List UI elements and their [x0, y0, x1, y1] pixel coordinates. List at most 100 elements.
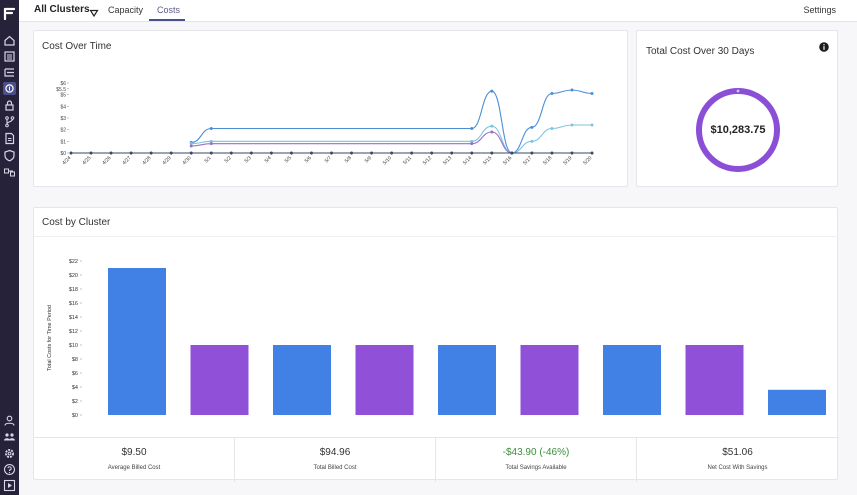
stat-label: Total Billed Cost — [313, 465, 357, 471]
y-tick-label: $4 — [60, 104, 66, 110]
data-point — [430, 151, 434, 155]
home-icon[interactable] — [3, 34, 16, 47]
stat-total-savings: -$43.90 (-46%) Total Savings Available — [436, 438, 637, 482]
data-point — [109, 151, 113, 155]
stat-total-billed: $94.96 Total Billed Cost — [235, 438, 436, 482]
stats-row: $9.50 Average Billed Cost $94.96 Total B… — [34, 437, 839, 482]
x-tick-label: 5/5 — [284, 155, 293, 164]
x-tick-label: 5/13 — [442, 155, 453, 166]
team-icon[interactable] — [3, 430, 16, 443]
tab-capacity[interactable]: Capacity — [108, 5, 143, 15]
stat-value: $94.96 — [319, 447, 351, 458]
play-icon[interactable] — [3, 479, 16, 492]
x-tick-label: 5/20 — [582, 155, 593, 166]
data-point — [570, 123, 574, 127]
brand-logo[interactable] — [3, 7, 16, 21]
bar — [768, 389, 826, 415]
data-point — [490, 124, 494, 128]
y-tick-label: $1 — [60, 139, 66, 145]
cost-icon[interactable] — [3, 82, 16, 95]
data-point — [89, 151, 93, 155]
card-title: Total Cost Over 30 Days — [646, 46, 755, 57]
integrations-icon[interactable] — [3, 166, 16, 179]
x-tick-label: 5/7 — [324, 155, 333, 164]
gear-icon[interactable] — [3, 447, 16, 460]
data-point — [309, 151, 313, 155]
series-line — [191, 124, 592, 154]
data-point — [530, 151, 534, 155]
x-tick-label: 5/14 — [462, 155, 473, 166]
x-tick-label: 5/11 — [402, 155, 413, 166]
data-point — [410, 151, 414, 155]
data-point — [149, 151, 153, 155]
data-point — [570, 88, 574, 92]
data-point — [490, 89, 494, 93]
bar — [273, 345, 331, 415]
y-tick-label: $8 — [72, 357, 78, 363]
y-tick-label: $2 — [60, 128, 66, 134]
total-cost-amount: $10,283.75 — [710, 124, 766, 136]
stat-value: -$43.90 (-46%) — [502, 447, 570, 458]
x-tick-label: 5/18 — [542, 155, 553, 166]
data-point — [390, 151, 394, 155]
stat-value: $9.50 — [121, 447, 147, 458]
shield-icon[interactable] — [3, 149, 16, 162]
tab-costs[interactable]: Costs — [157, 5, 180, 15]
x-tick-label: 5/1 — [204, 155, 213, 164]
data-point — [370, 151, 374, 155]
y-tick-label: $16 — [69, 301, 78, 307]
data-point — [289, 151, 293, 155]
y-tick-label: $18 — [69, 287, 78, 293]
settings-link[interactable]: Settings — [803, 5, 836, 15]
x-tick-label: 5/17 — [522, 155, 533, 166]
y-tick-label: $0 — [72, 413, 78, 419]
info-icon[interactable] — [819, 39, 829, 52]
x-tick-label: 4/29 — [161, 155, 172, 166]
data-point — [470, 127, 474, 130]
y-tick-label: $22 — [69, 259, 78, 265]
chevron-down-icon[interactable] — [89, 5, 99, 18]
data-point — [249, 151, 253, 155]
x-tick-label: 5/6 — [304, 155, 313, 164]
y-tick-label: $3 — [60, 116, 66, 122]
data-point — [550, 127, 554, 130]
x-tick-label: 5/19 — [562, 155, 573, 166]
list-icon[interactable] — [3, 50, 16, 63]
top-bar: All Clusters Capacity Costs Settings — [19, 0, 857, 22]
bar — [438, 345, 496, 415]
user-icon[interactable] — [3, 414, 16, 427]
data-point — [450, 151, 454, 155]
data-point — [590, 123, 594, 127]
y-tick-label: $14 — [69, 315, 78, 321]
bar — [603, 345, 661, 415]
x-tick-label: 4/25 — [81, 155, 92, 166]
y-tick-label: $20 — [69, 273, 78, 279]
x-tick-label: 5/8 — [344, 155, 353, 164]
stat-average-billed: $9.50 Average Billed Cost — [34, 438, 235, 482]
data-point — [570, 151, 574, 155]
x-tick-label: 5/10 — [382, 155, 393, 166]
cost-over-time-chart: $0$1$2$3$4$5$5.5$64/24 4/25 4/26 4/27 4/28 4/… — [56, 81, 594, 166]
cluster-select[interactable]: All Clusters — [34, 4, 90, 15]
lock-icon[interactable] — [3, 99, 16, 112]
data-point — [350, 151, 354, 155]
active-tab-indicator — [149, 19, 185, 21]
data-point — [269, 151, 273, 155]
data-point — [470, 151, 474, 155]
x-tick-label: 5/2 — [224, 155, 233, 164]
stat-label: Net Cost With Savings — [707, 465, 768, 471]
data-point — [69, 151, 73, 155]
stat-label: Total Savings Available — [505, 465, 567, 471]
report-icon[interactable] — [3, 132, 16, 145]
data-point — [129, 151, 133, 155]
branch-icon[interactable] — [3, 115, 16, 128]
x-tick-label: 5/4 — [264, 155, 273, 164]
stat-value: $51.06 — [722, 447, 753, 458]
data-point — [330, 151, 333, 155]
help-icon[interactable] — [3, 463, 16, 476]
data-point — [189, 144, 193, 148]
tree-list-icon[interactable] — [3, 66, 16, 79]
data-point — [550, 151, 554, 155]
x-tick-label: 5/15 — [482, 155, 493, 166]
stat-net-cost: $51.06 Net Cost With Savings — [637, 438, 838, 482]
